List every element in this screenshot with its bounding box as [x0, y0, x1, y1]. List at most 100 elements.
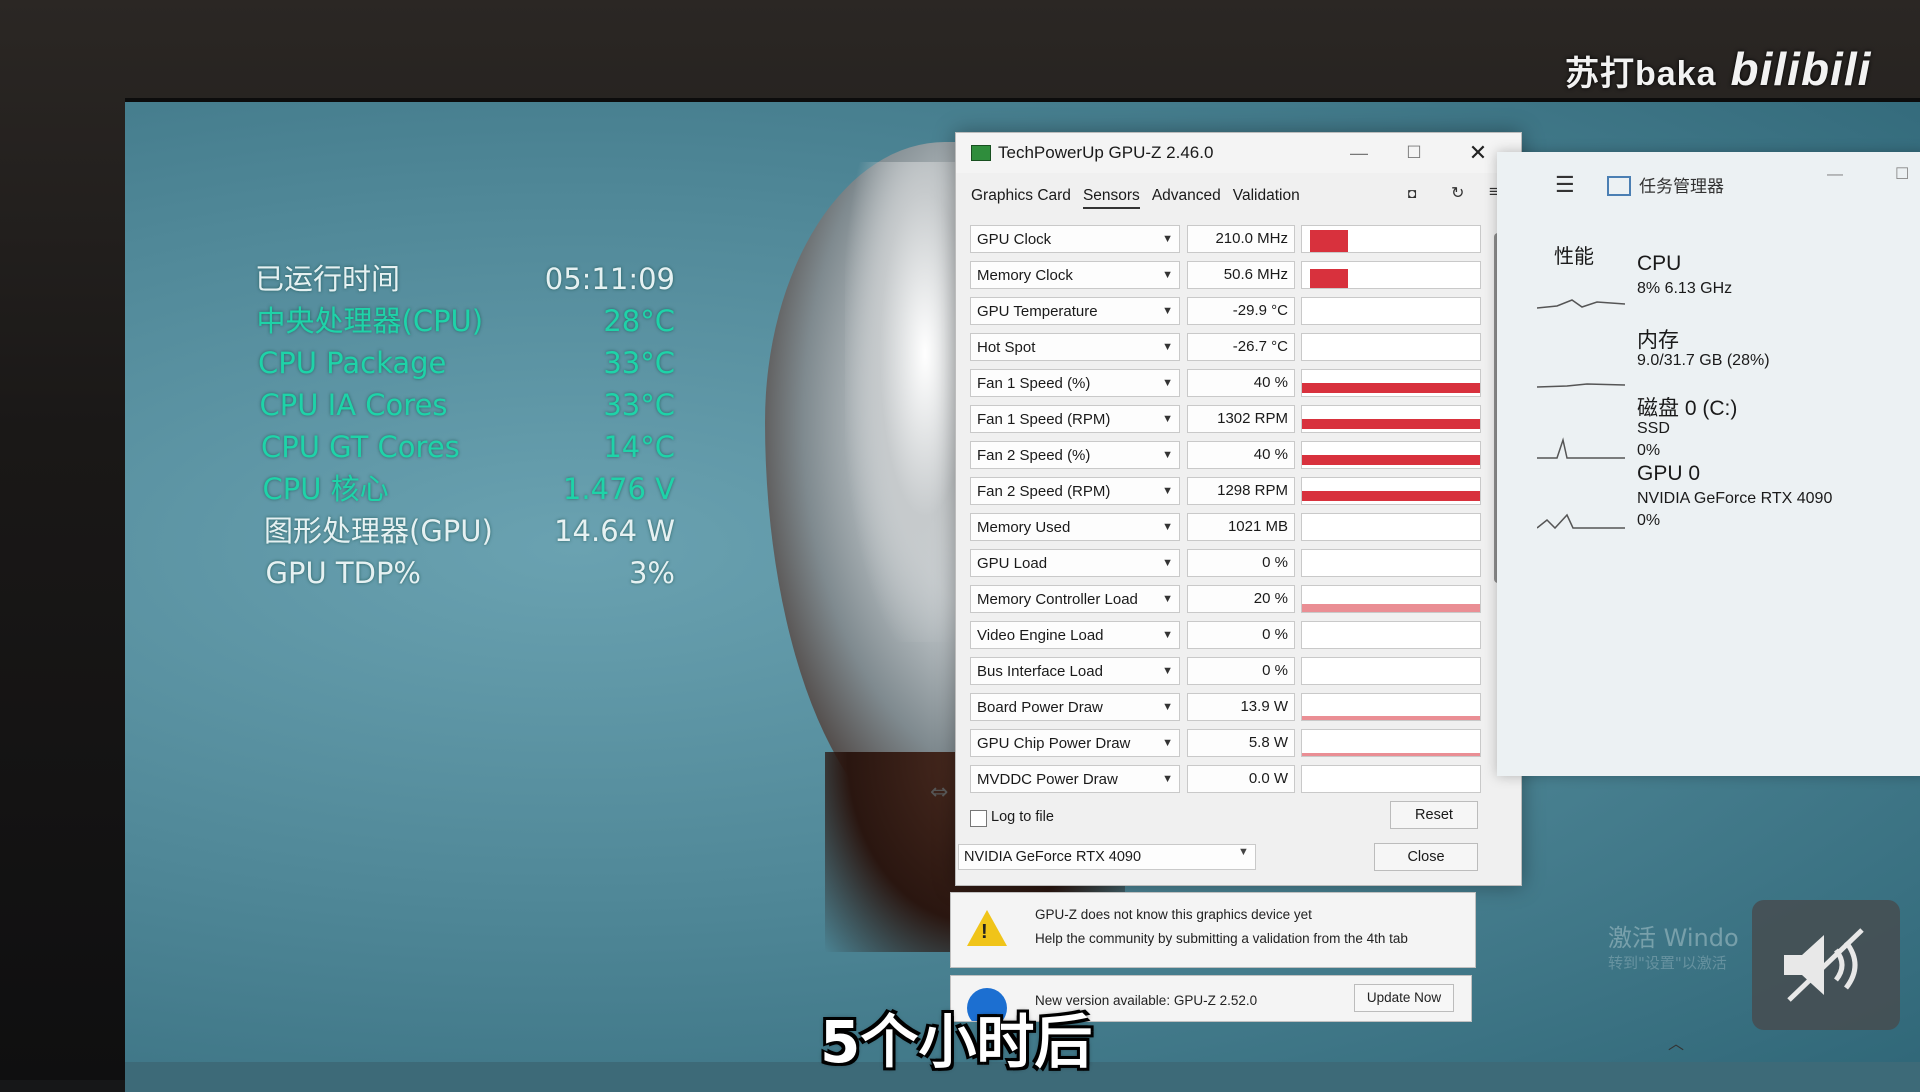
- unknown-device-notice: ! GPU-Z does not know this graphics devi…: [950, 892, 1476, 968]
- sensor-value: 20 %: [1187, 585, 1295, 613]
- sensor-row: Memory Used ▼ 1021 MB: [970, 509, 1490, 545]
- chevron-down-icon: ▼: [1162, 665, 1173, 677]
- sensor-graph-spike: [1310, 268, 1348, 288]
- sensor-name-dropdown[interactable]: Memory Used ▼: [970, 513, 1180, 541]
- overlay-value: 33°C: [603, 346, 675, 380]
- sensor-graph-bar: [1302, 419, 1480, 429]
- overlay-value: 05:11:09: [544, 262, 675, 296]
- sensor-value: 1298 RPM: [1187, 477, 1295, 505]
- sensor-graph: [1301, 513, 1481, 541]
- sensor-value: 0 %: [1187, 549, 1295, 577]
- sensor-name: Fan 1 Speed (%): [977, 374, 1091, 392]
- sensor-name-dropdown[interactable]: Fan 1 Speed (%) ▼: [970, 369, 1180, 397]
- tab-advanced[interactable]: Advanced: [1152, 185, 1221, 209]
- perf-item-detail: SSD: [1637, 420, 1670, 437]
- sensor-graph: [1301, 297, 1481, 325]
- sensor-graph: [1301, 765, 1481, 793]
- chevron-down-icon: ▼: [1162, 701, 1173, 713]
- screenshot-camera-icon[interactable]: ◘: [1408, 185, 1416, 201]
- sensor-name-dropdown[interactable]: Video Engine Load ▼: [970, 621, 1180, 649]
- sensor-name-dropdown[interactable]: Memory Controller Load ▼: [970, 585, 1180, 613]
- channel-watermark: 苏打baka bilibili: [1565, 42, 1885, 96]
- update-now-button[interactable]: Update Now: [1354, 984, 1454, 1012]
- sensor-graph: [1301, 441, 1481, 469]
- sensor-name: Fan 1 Speed (RPM): [977, 410, 1111, 428]
- sensor-value: 210.0 MHz: [1187, 225, 1295, 253]
- sensor-name-dropdown[interactable]: GPU Clock ▼: [970, 225, 1180, 253]
- maximize-button[interactable]: ☐: [1396, 139, 1432, 167]
- overlay-value: 33°C: [603, 388, 675, 422]
- task-manager-app-icon: [1607, 176, 1631, 196]
- perf-item[interactable]: CPU 8% 6.13 GHz: [1537, 252, 1920, 332]
- log-to-file-checkbox[interactable]: [970, 810, 987, 827]
- sensor-value: 0 %: [1187, 657, 1295, 685]
- sensor-name-dropdown[interactable]: Bus Interface Load ▼: [970, 657, 1180, 685]
- chevron-down-icon: ▼: [1238, 846, 1249, 858]
- sensor-name-dropdown[interactable]: MVDDC Power Draw ▼: [970, 765, 1180, 793]
- perf-item[interactable]: GPU 0 NVIDIA GeForce RTX 4090 0%: [1537, 462, 1920, 542]
- sensor-name-dropdown[interactable]: Fan 2 Speed (RPM) ▼: [970, 477, 1180, 505]
- tray-chevron-up-icon[interactable]: ︿: [1668, 1030, 1684, 1054]
- chevron-down-icon: ▼: [1162, 377, 1173, 389]
- resize-cursor-icon: ⇔: [930, 780, 949, 805]
- overlay-value: 14.64 W: [554, 514, 675, 548]
- overlay-label: 已运行时间: [255, 262, 401, 296]
- minimize-button[interactable]: —: [1341, 139, 1377, 167]
- notice-line-2: Help the community by submitting a valid…: [1035, 931, 1408, 946]
- overlay-row: GPU TDP% 3%: [266, 552, 676, 594]
- mute-button[interactable]: [1752, 900, 1900, 1030]
- close-window-button[interactable]: ✕: [1456, 137, 1500, 169]
- perf-item-detail: 8% 6.13 GHz: [1637, 280, 1733, 297]
- sensor-name-dropdown[interactable]: GPU Temperature ▼: [970, 297, 1180, 325]
- maximize-button[interactable]: ☐: [1895, 164, 1909, 184]
- sensor-value: 40 %: [1187, 369, 1295, 397]
- sensor-list: GPU Clock ▼ 210.0 MHz Memory Clock ▼ 50.6 MHz…: [970, 221, 1490, 797]
- chevron-down-icon: ▼: [1162, 737, 1173, 749]
- sensor-overlay: 已运行时间 05:11:09 中央处理器(CPU) 28°C CPU Package 33…: [255, 258, 675, 594]
- reset-button[interactable]: Reset: [1390, 801, 1478, 829]
- speaker-muted-icon: [1784, 928, 1864, 1002]
- channel-name: 苏打baka: [1565, 55, 1717, 93]
- sensor-graph: [1301, 657, 1481, 685]
- sensor-name-dropdown[interactable]: Fan 1 Speed (RPM) ▼: [970, 405, 1180, 433]
- sensor-name-dropdown[interactable]: Board Power Draw ▼: [970, 693, 1180, 721]
- sensor-graph-trace: [1302, 752, 1480, 756]
- task-manager-title: 任务管理器: [1639, 177, 1724, 196]
- sensor-row: Bus Interface Load ▼ 0 %: [970, 653, 1490, 689]
- sensor-name-dropdown[interactable]: GPU Load ▼: [970, 549, 1180, 577]
- gpu-select-dropdown[interactable]: NVIDIA GeForce RTX 4090: [958, 844, 1256, 870]
- chevron-down-icon: ▼: [1162, 521, 1173, 533]
- sensor-row: Fan 1 Speed (%) ▼ 40 %: [970, 365, 1490, 401]
- tab-graphics-card[interactable]: Graphics Card: [971, 185, 1071, 209]
- sensor-name: GPU Load: [977, 554, 1048, 572]
- perf-item-detail: NVIDIA GeForce RTX 4090: [1637, 490, 1833, 507]
- sensor-row: Fan 1 Speed (RPM) ▼ 1302 RPM: [970, 401, 1490, 437]
- notice-line-1: GPU-Z does not know this graphics device…: [1035, 907, 1312, 922]
- perf-sparkline: [1537, 437, 1625, 459]
- sensor-name-dropdown[interactable]: Memory Clock ▼: [970, 261, 1180, 289]
- close-button[interactable]: Close: [1374, 843, 1478, 871]
- refresh-icon[interactable]: ↻: [1451, 183, 1464, 203]
- sensor-name: GPU Chip Power Draw: [977, 734, 1131, 752]
- sensor-graph: [1301, 477, 1481, 505]
- overlay-row: CPU GT Cores 14°C: [261, 426, 675, 468]
- minimize-button[interactable]: —: [1827, 166, 1843, 184]
- sensor-name-dropdown[interactable]: GPU Chip Power Draw ▼: [970, 729, 1180, 757]
- chevron-down-icon: ▼: [1162, 593, 1173, 605]
- tab-validation[interactable]: Validation: [1233, 185, 1300, 209]
- sensor-name: Board Power Draw: [977, 698, 1103, 716]
- sensor-name-dropdown[interactable]: Hot Spot ▼: [970, 333, 1180, 361]
- gpuz-title: TechPowerUp GPU-Z 2.46.0: [998, 143, 1214, 162]
- sensor-value: 5.8 W: [1187, 729, 1295, 757]
- perf-sparkline: [1537, 513, 1625, 530]
- sensor-name-dropdown[interactable]: Fan 2 Speed (%) ▼: [970, 441, 1180, 469]
- sensor-name: Fan 2 Speed (RPM): [977, 482, 1111, 500]
- sensor-row: Memory Clock ▼ 50.6 MHz: [970, 257, 1490, 293]
- overlay-label: CPU Package: [258, 346, 447, 380]
- perf-item[interactable]: 磁盘 0 (C:) SSD 0%: [1537, 392, 1920, 472]
- sensor-graph-bar: [1302, 455, 1480, 465]
- activate-windows-subtext: 转到"设置"以激活: [1608, 954, 1727, 972]
- tab-sensors[interactable]: Sensors: [1082, 185, 1140, 209]
- video-subtitle: 5个小时后: [820, 1008, 1093, 1076]
- hamburger-menu-icon[interactable]: ☰: [1555, 172, 1575, 198]
